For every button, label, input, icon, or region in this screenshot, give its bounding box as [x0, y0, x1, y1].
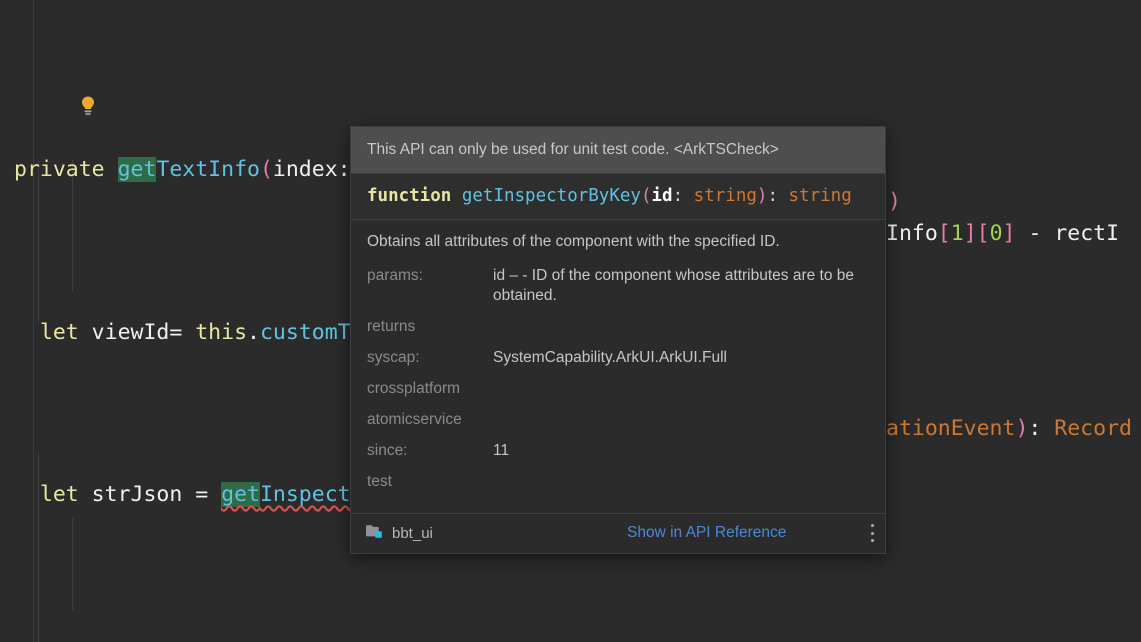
number-literal: 0 [989, 221, 1003, 246]
doc-row: since: 11 [367, 441, 869, 472]
documentation-popup[interactable]: This API can only be used for unit test … [350, 126, 886, 554]
doc-key-params: params: [367, 267, 423, 284]
doc-row: syscap: SystemCapability.ArkUI.ArkUI.Ful… [367, 348, 869, 379]
doc-key-since: since: [367, 442, 408, 459]
signature-param-name: id [651, 186, 673, 206]
doc-value-atomicservice [493, 410, 869, 441]
bracket: ] [963, 221, 977, 246]
doc-tags-table: params: id – - ID of the component whose… [367, 266, 869, 503]
code-line-right-fragment[interactable]: ) [888, 186, 901, 219]
module-name: bbt_ui [392, 525, 433, 542]
signature-return-type: string [788, 186, 852, 206]
doc-value-since: 11 [493, 442, 510, 459]
doc-row: crossplatform [367, 379, 869, 410]
keyword-let: let [39, 319, 79, 345]
param-name: index [272, 157, 338, 182]
variable-name: viewId= [78, 319, 196, 345]
signature-keyword: function [367, 186, 452, 206]
keyword-this: this [195, 319, 248, 345]
fragment-tail: rectI [1054, 221, 1120, 246]
keyword-let: let [39, 482, 79, 507]
function-signature: function getInspectorByKey(id: string): … [351, 173, 885, 220]
paren: ( [259, 157, 273, 182]
doc-key-atomicservice: atomicservice [367, 411, 462, 428]
signature-param-type: string [693, 186, 757, 206]
paren: ) [756, 186, 768, 206]
code-line-right-fragment[interactable]: ationEvent): Record [886, 413, 1132, 446]
doc-row: test [367, 472, 869, 503]
signature-function-name: getInspectorByKey [461, 186, 641, 206]
colon: : [672, 186, 694, 206]
module-folder-icon [365, 523, 384, 544]
ide-editor-window: private getTextInfo(index: number): Reco… [0, 0, 1141, 642]
module-indicator[interactable]: bbt_ui [365, 523, 433, 544]
doc-value-params: id – - ID of the component whose attribu… [493, 267, 855, 304]
paren: ) [888, 189, 901, 214]
colon: : [767, 186, 789, 206]
doc-value-returns [493, 317, 869, 348]
paren: ) [1015, 416, 1029, 441]
colon: : [1028, 416, 1055, 441]
doc-value-syscap: SystemCapability.ArkUI.ArkUI.Full [493, 349, 727, 366]
function-description: Obtains all attributes of the component … [367, 233, 780, 250]
documentation-body: Obtains all attributes of the component … [351, 220, 885, 513]
documentation-footer: bbt_ui Show in API Reference [351, 513, 885, 553]
doc-value-test [493, 472, 869, 503]
bracket: [ [937, 221, 951, 246]
doc-key-crossplatform: crossplatform [367, 380, 461, 397]
type-tabs-animation-event: ationEvent [886, 416, 1016, 441]
dot: . [247, 319, 260, 345]
doc-key-test: test [367, 473, 392, 490]
more-options-icon[interactable] [870, 524, 874, 542]
variable-name: strJson = [78, 482, 222, 507]
doc-row: returns [367, 317, 869, 348]
minus-op: - [1015, 221, 1055, 246]
bracket: [ [976, 221, 990, 246]
bracket: ] [1002, 221, 1016, 246]
keyword-private: private [14, 157, 105, 182]
search-highlight-get: get [117, 157, 157, 182]
search-highlight-get: get [221, 482, 260, 507]
doc-key-returns: returns [367, 318, 416, 335]
api-warning-banner: This API can only be used for unit test … [351, 127, 885, 173]
type-record: Record [1054, 416, 1132, 441]
doc-row: atomicservice [367, 410, 869, 441]
fragment-text: Info [886, 221, 938, 246]
doc-key-syscap: syscap: [367, 349, 420, 366]
paren: ( [640, 186, 652, 206]
show-in-api-reference-link[interactable]: Show in API Reference [627, 524, 786, 542]
code-line-right-fragment[interactable]: Info[1][0] - rectI [886, 218, 1119, 251]
doc-row: params: id – - ID of the component whose… [367, 266, 869, 317]
method-name: TextInfo [156, 157, 260, 182]
number-literal: 1 [950, 221, 964, 246]
doc-value-crossplatform [493, 379, 869, 410]
